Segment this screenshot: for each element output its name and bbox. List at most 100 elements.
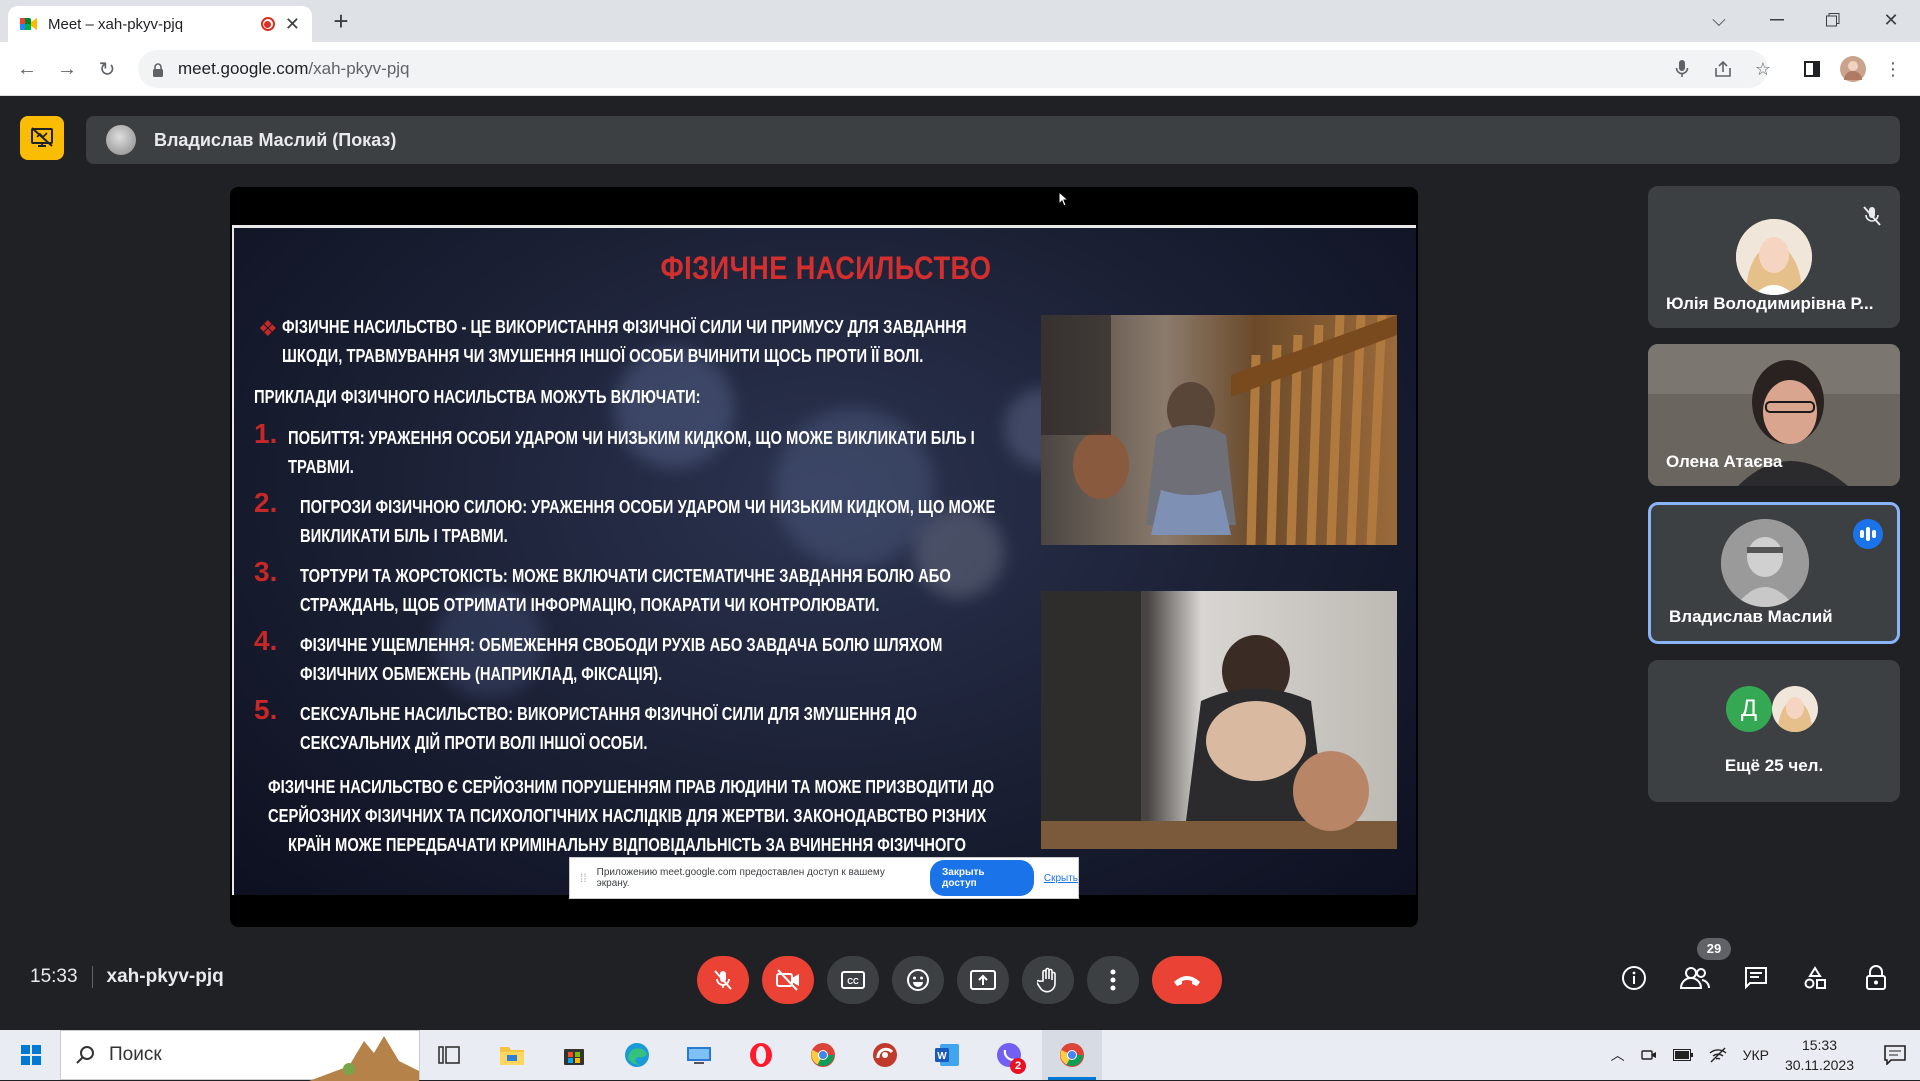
mic-off-icon — [714, 970, 732, 990]
forward-arrow-icon[interactable]: → — [52, 54, 82, 84]
presenter-bar: Владислав Маслий (Показ) — [86, 116, 1900, 164]
show-hidden-icons-chevron-icon[interactable]: ︿ — [1611, 1045, 1625, 1065]
opera-browser-icon[interactable] — [736, 1030, 786, 1080]
item-number: 1. — [254, 418, 278, 449]
side-panel-icon[interactable] — [1795, 52, 1829, 86]
svg-text:CC: CC — [847, 977, 859, 986]
participant-avatar — [1736, 219, 1812, 295]
item-number: 5. — [254, 694, 278, 725]
meeting-details-button[interactable] — [1614, 958, 1654, 998]
browser-tab-bar: Meet – xah-pkyv-pjq ✕ + ⌵ ✕ — [0, 0, 1920, 42]
browser-menu-icon[interactable]: ⋮ — [1876, 52, 1910, 86]
minimize-button[interactable] — [1752, 0, 1802, 40]
profile-avatar[interactable] — [1836, 52, 1870, 86]
close-tab-icon[interactable]: ✕ — [285, 14, 300, 35]
search-highlight-image — [309, 1036, 419, 1081]
host-controls-lock-icon — [1866, 965, 1886, 990]
chrome-browser-icon[interactable] — [798, 1030, 848, 1080]
google-meet-icon — [20, 16, 38, 32]
input-language[interactable]: УКР — [1743, 1047, 1769, 1063]
stop-sharing-button[interactable]: Закрыть доступ — [930, 860, 1034, 896]
emoji-reaction-button[interactable] — [892, 956, 944, 1004]
notification-badge: 2 — [1010, 1058, 1026, 1074]
speaking-indicator-icon — [1853, 519, 1883, 549]
camera-in-use-icon[interactable] — [1640, 1047, 1657, 1063]
leave-call-button[interactable] — [1152, 956, 1222, 1004]
taskbar-search[interactable]: Поиск — [60, 1030, 420, 1081]
edge-browser-icon[interactable] — [612, 1030, 662, 1080]
task-view-icon[interactable] — [424, 1030, 474, 1080]
network-icon[interactable] — [1709, 1047, 1727, 1063]
taskbar-clock[interactable]: 15:33 30.11.2023 — [1785, 1035, 1854, 1075]
share-icon[interactable] — [1706, 52, 1740, 86]
meet-app: Владислав Маслий (Показ) ФІЗИЧНЕ НАСИЛЬС… — [0, 96, 1920, 1030]
separator — [91, 966, 93, 988]
share-banner-text: Приложению meet.google.com предоставлен … — [596, 867, 885, 889]
chat-icon — [1745, 967, 1767, 990]
participant-tile-active-speaker[interactable]: Владислав Маслий — [1648, 502, 1900, 644]
participant-tile[interactable]: Олена Атаєва — [1648, 344, 1900, 486]
browser-tab-meet[interactable]: Meet – xah-pkyv-pjq ✕ — [8, 6, 312, 42]
item-5-line-2: СЕКСУАЛЬНИХ ДІЙ ПРОТИ ВОЛІ ІНШОЇ ОСОБИ. — [300, 733, 648, 753]
new-tab-button[interactable]: + — [326, 6, 356, 36]
emoji-icon — [907, 969, 929, 991]
battery-icon[interactable] — [1672, 1049, 1693, 1061]
people-button[interactable] — [1675, 958, 1715, 998]
remote-desktop-icon[interactable] — [674, 1030, 724, 1080]
camera-off-button[interactable] — [762, 956, 814, 1004]
bookmark-star-icon[interactable]: ☆ — [1746, 52, 1780, 86]
more-participants-tile[interactable]: Д Ещё 25 чел. — [1648, 660, 1900, 802]
tab-title: Meet – xah-pkyv-pjq — [48, 15, 184, 33]
address-bar[interactable]: meet.google.com/xah-pkyv-pjq — [138, 50, 1768, 88]
browser-toolbar: ← → ↻ meet.google.com/xah-pkyv-pjq ☆ ⋮ — [0, 42, 1920, 96]
microsoft-store-icon[interactable] — [549, 1030, 599, 1080]
red-app-icon[interactable] — [860, 1030, 910, 1080]
viber-icon[interactable]: 2 — [984, 1030, 1034, 1080]
people-icon — [1680, 967, 1710, 989]
svg-text:W: W — [937, 1051, 947, 1062]
microsoft-word-icon[interactable]: W — [922, 1030, 972, 1080]
screen-share-banner: ⁞⁞ Приложению meet.google.com предоставл… — [569, 857, 1079, 899]
end-call-icon — [1174, 976, 1200, 986]
presenter-label: Владислав Маслий (Показ) — [154, 129, 397, 150]
raise-hand-button[interactable] — [1022, 956, 1074, 1004]
present-screen-button[interactable] — [957, 956, 1009, 1004]
meeting-time: 15:33 — [30, 966, 78, 987]
more-options-button[interactable] — [1087, 956, 1139, 1004]
tab-search-chevron-icon[interactable]: ⌵ — [1694, 0, 1744, 40]
file-explorer-icon[interactable] — [487, 1030, 537, 1080]
raise-hand-icon — [1037, 967, 1056, 993]
captions-button[interactable]: CC — [827, 956, 879, 1004]
chrome-active-icon[interactable] — [1042, 1030, 1102, 1080]
hide-banner-link[interactable]: Скрыть — [1044, 873, 1078, 884]
search-icon — [76, 1046, 94, 1064]
windows-start-icon[interactable] — [6, 1030, 56, 1080]
more-participants-label: Ещё 25 чел. — [1724, 756, 1824, 775]
slide-intro-line-1: ФІЗИЧНЕ НАСИЛЬСТВО - ЦЕ ВИКОРИСТАННЯ ФІЗ… — [282, 317, 967, 337]
activities-icon — [1804, 966, 1826, 989]
presentation-icon[interactable] — [20, 116, 64, 160]
presentation-slide: ФІЗИЧНЕ НАСИЛЬСТВО ❖ ФІЗИЧНЕ НАСИЛЬСТВО … — [232, 225, 1416, 895]
mic-off-button[interactable] — [697, 956, 749, 1004]
activities-button[interactable] — [1795, 958, 1835, 998]
participant-tile[interactable]: Юлія Володимирівна Р... — [1648, 186, 1900, 328]
notifications-icon[interactable] — [1884, 1045, 1906, 1065]
participant-name: Владислав Маслий — [1669, 607, 1833, 626]
item-4-line-2: ФІЗИЧНИХ ОБМЕЖЕНЬ (НАПРИКЛАД, ФІКСАЦІЯ). — [300, 664, 663, 684]
windows-taskbar: Поиск W 2 ︿ УКР 15:33 30.11.2023 — [0, 1030, 1920, 1081]
item-1-line-2: ТРАВМИ. — [288, 457, 354, 477]
chat-button[interactable] — [1736, 958, 1776, 998]
close-window-button[interactable]: ✕ — [1866, 0, 1916, 40]
camera-off-icon — [776, 969, 799, 991]
lock-icon — [152, 62, 164, 77]
restore-button[interactable] — [1808, 0, 1858, 40]
item-1-line-1: ПОБИТТЯ: УРАЖЕННЯ ОСОБИ УДАРОМ ЧИ НИЗЬКИ… — [288, 428, 975, 448]
back-arrow-icon[interactable]: ← — [12, 54, 42, 84]
slide-conclusion-line-2: СЕРЙОЗНИХ ФІЗИЧНИХ ТА ПСИХОЛОГІЧНИХ НАСЛ… — [268, 806, 987, 826]
taskbar-date: 30.11.2023 — [1784, 1057, 1854, 1073]
microphone-icon[interactable] — [1665, 52, 1699, 86]
slide-examples-heading: ПРИКЛАДИ ФІЗИЧНОГО НАСИЛЬСТВА МОЖУТЬ ВКЛ… — [254, 387, 701, 407]
host-controls-button[interactable] — [1856, 958, 1896, 998]
drag-handle-icon[interactable]: ⁞⁞ — [580, 871, 587, 885]
reload-icon[interactable]: ↻ — [92, 54, 122, 84]
